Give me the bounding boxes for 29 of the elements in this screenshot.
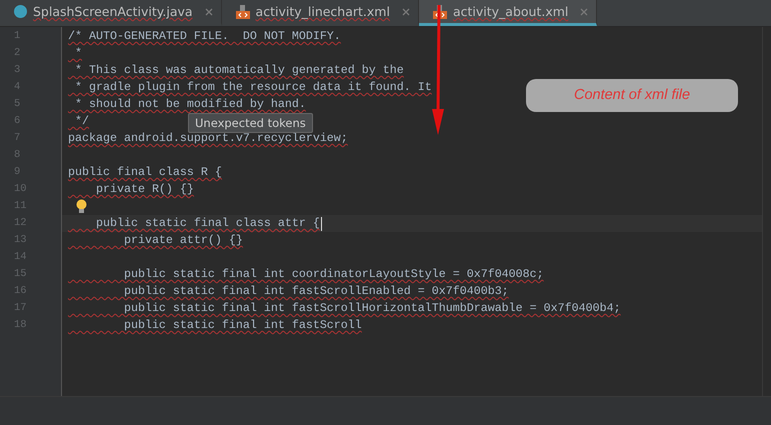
code-line: public static final int fastScrollHorizontalThumbDrawable = 0x7f0400b4;: [122, 300, 621, 317]
horizontal-scrollbar[interactable]: [0, 396, 771, 425]
xml-file-icon: [432, 4, 447, 18]
code-line: */: [74, 113, 89, 130]
code-line: * gradle plugin from the resource data it found. It: [74, 79, 432, 96]
code-line: *: [74, 45, 82, 62]
code-line: /* AUTO-GENERATED FILE. DO NOT MODIFY.: [68, 28, 341, 45]
editor-tab[interactable]: activity_linechart.xml: [222, 0, 419, 26]
text-cursor: [320, 216, 322, 230]
close-icon[interactable]: [402, 8, 410, 16]
code-line: public static final int fastScroll: [122, 317, 362, 334]
close-icon[interactable]: [580, 8, 588, 16]
close-icon[interactable]: [204, 8, 213, 16]
code-line: private R() {}: [94, 181, 194, 198]
code-line: public final class R {: [68, 164, 222, 181]
editor-tab[interactable]: SplashScreenActivity.java: [0, 0, 222, 26]
code-line: public static final class attr {: [94, 215, 320, 232]
error-tooltip: Unexpected tokens: [188, 113, 313, 133]
code-line: private attr() {}: [122, 232, 243, 249]
class-icon: [14, 5, 27, 18]
code-line: public static final int coordinatorLayoutStyle = 0x7f04008c;: [122, 266, 544, 283]
editor-tab[interactable]: activity_about.xml: [418, 0, 598, 26]
code-line: public static final int fastScrollEnabled = 0x7f0400b3;: [122, 283, 509, 300]
xml-file-icon: [236, 4, 250, 18]
annotation-label: Content of xml file: [526, 79, 738, 112]
code-line: package android.support.v7.recyclerview;: [68, 130, 348, 147]
code-line: * should not be modified by hand.: [74, 96, 306, 113]
lightbulb-icon[interactable]: [76, 199, 87, 214]
code-line: * This class was automatically generated by the: [74, 62, 404, 79]
